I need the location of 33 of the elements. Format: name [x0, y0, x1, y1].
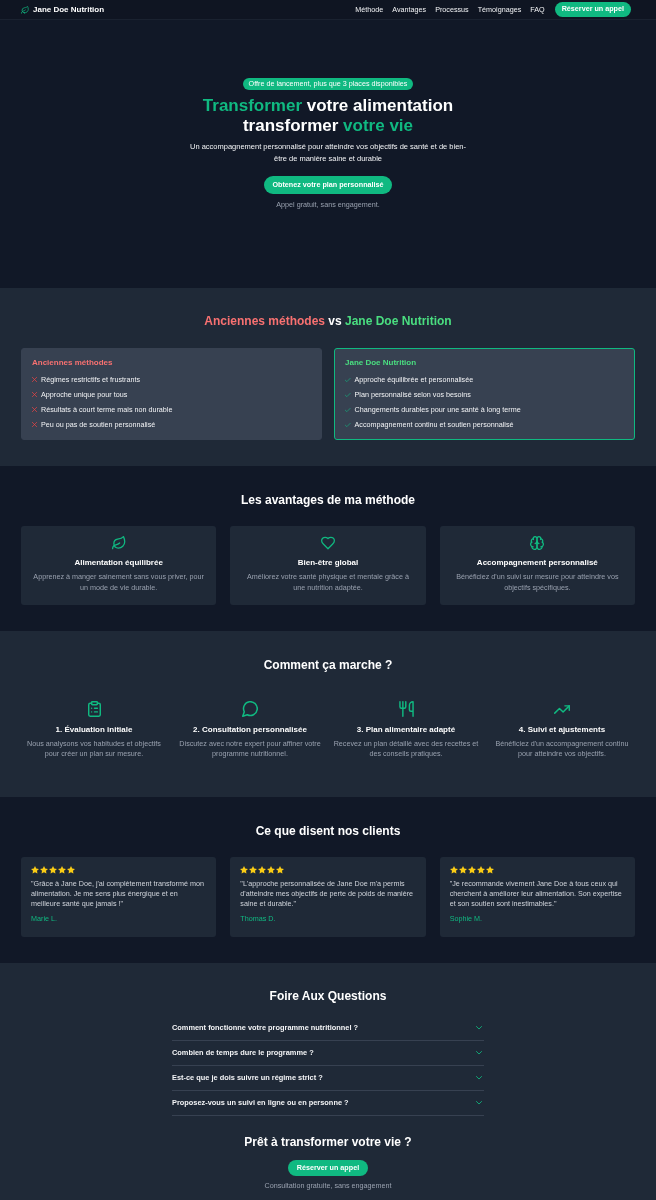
leaf-logo-icon: [21, 5, 29, 14]
cross-icon: [32, 392, 37, 397]
section-title: Comment ça marche ?: [262, 657, 394, 673]
cross-icon: [32, 377, 37, 382]
cross-icon: [32, 422, 37, 427]
step-title: 3. Plan alimentaire adapté: [356, 724, 456, 735]
check-icon: [345, 422, 351, 427]
cross-icon: [32, 407, 37, 412]
card-title: Bien-être global: [297, 557, 359, 568]
clipboard-icon: [87, 701, 101, 717]
trending-up-icon: [554, 704, 570, 714]
section-title: Les avantages de ma méthode: [239, 492, 417, 508]
speech-bubble-icon: [242, 701, 258, 717]
check-icon: [345, 377, 351, 382]
cta-title: Prêt à transformer votre vie ?: [244, 1134, 412, 1150]
card-title: Alimentation équilibrée: [74, 557, 163, 568]
check-icon: [345, 407, 351, 412]
step-title: 1. Évaluation initiale: [55, 724, 133, 735]
card-title: Accompagnement personnalisé: [476, 557, 598, 568]
card-title: Jane Doe Nutrition: [345, 357, 418, 369]
section-title: Anciennes méthodes vs Jane Doe Nutrition: [203, 313, 453, 329]
brain-icon: [530, 536, 545, 550]
check-icon: [345, 392, 351, 397]
fork-knife-icon: [398, 701, 414, 717]
heart-icon: [321, 536, 335, 550]
step-title: 2. Consultation personnalisée: [193, 724, 307, 735]
step-title: 4. Suivi et ajustements: [518, 724, 606, 735]
brand-name: Jane Doe Nutrition: [33, 3, 105, 16]
section-title: Ce que disent nos clients: [254, 823, 402, 839]
hero-title: Transformer votre alimentation transformer votre vie: [202, 96, 454, 136]
leaf-icon: [111, 536, 126, 550]
card-title: Anciennes méthodes: [32, 357, 114, 369]
section-title: Foire Aux Questions: [269, 988, 387, 1004]
